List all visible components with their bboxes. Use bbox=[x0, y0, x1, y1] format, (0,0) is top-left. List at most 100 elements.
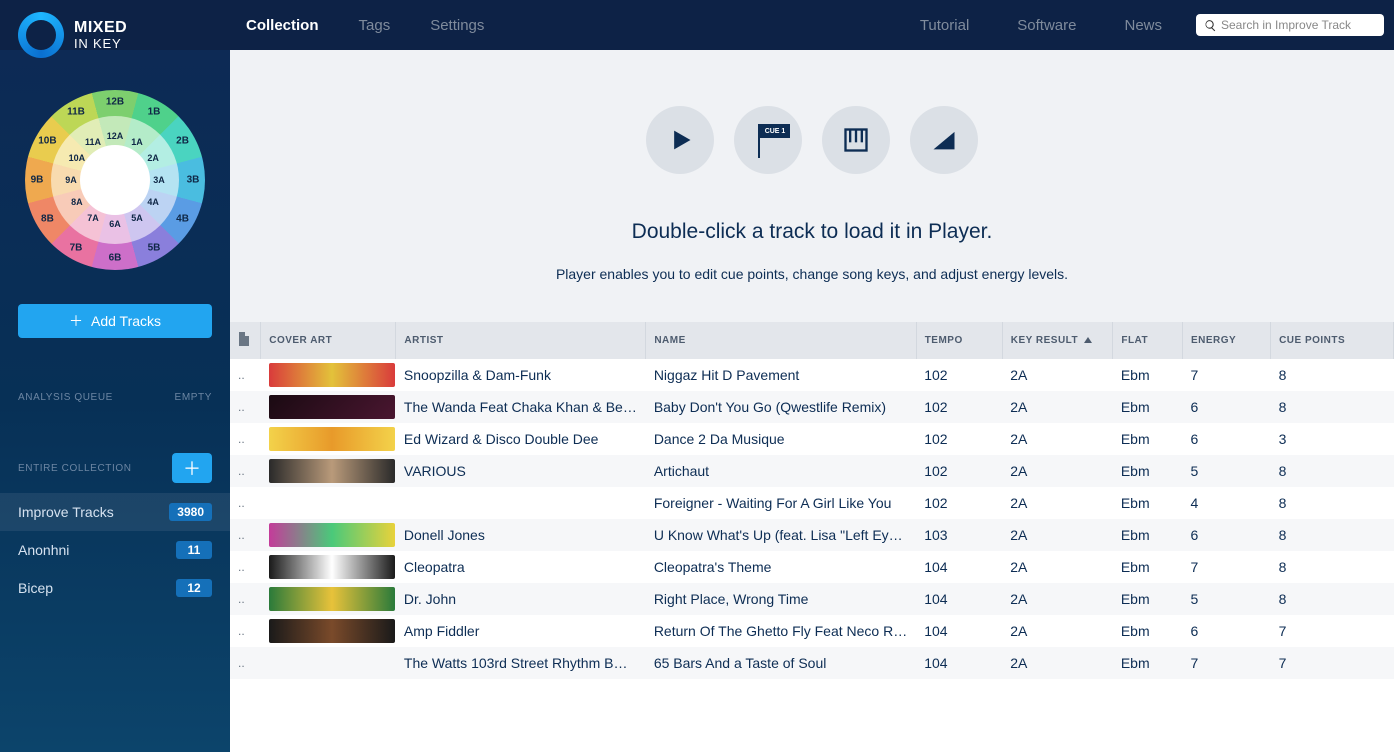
th-tempo[interactable]: TEMPO bbox=[916, 322, 1002, 359]
camelot-2A[interactable]: 2A bbox=[141, 153, 165, 163]
cue-button[interactable]: CUE 1 bbox=[734, 106, 802, 174]
search-box[interactable] bbox=[1196, 14, 1384, 36]
playlist-count: 12 bbox=[176, 579, 212, 597]
cell-cue: 8 bbox=[1271, 519, 1394, 551]
sidebar-item-bicep[interactable]: Bicep12 bbox=[0, 569, 230, 607]
search-input[interactable] bbox=[1221, 18, 1376, 32]
cell-cover bbox=[261, 391, 396, 423]
camelot-4A[interactable]: 4A bbox=[141, 197, 165, 207]
cover-thumb bbox=[269, 427, 395, 451]
camelot-5A[interactable]: 5A bbox=[125, 213, 149, 223]
th-cover[interactable]: COVER ART bbox=[261, 322, 396, 359]
cell-cue: 7 bbox=[1271, 647, 1394, 679]
table-row[interactable]: ..The Watts 103rd Street Rhythm B…65 Bar… bbox=[230, 647, 1394, 679]
cell-ext: .. bbox=[230, 583, 261, 615]
th-energy[interactable]: ENERGY bbox=[1182, 322, 1270, 359]
cell-cue: 8 bbox=[1271, 391, 1394, 423]
camelot-6B[interactable]: 6B bbox=[103, 253, 127, 264]
th-flat[interactable]: FLAT bbox=[1113, 322, 1183, 359]
cover-thumb bbox=[269, 619, 395, 643]
nav-collection[interactable]: Collection bbox=[246, 17, 319, 34]
table-row[interactable]: ..Dr. JohnRight Place, Wrong Time1042AEb… bbox=[230, 583, 1394, 615]
camelot-3B[interactable]: 3B bbox=[181, 175, 205, 186]
camelot-4B[interactable]: 4B bbox=[171, 214, 195, 225]
th-cue[interactable]: CUE POINTS bbox=[1271, 322, 1394, 359]
table-row[interactable]: ..VARIOUSArtichaut1022AEbm58 bbox=[230, 455, 1394, 487]
player-title: Double-click a track to load it in Playe… bbox=[632, 220, 993, 244]
camelot-10B[interactable]: 10B bbox=[35, 136, 59, 147]
cell-name: Return Of The Ghetto Fly Feat Neco Re… bbox=[646, 615, 916, 647]
add-playlist-button[interactable]: ＋ bbox=[172, 453, 212, 483]
logo-line1: MIXED bbox=[74, 19, 127, 36]
sidebar-item-anonhni[interactable]: Anonhni11 bbox=[0, 531, 230, 569]
camelot-7A[interactable]: 7A bbox=[81, 213, 105, 223]
cell-ext: .. bbox=[230, 455, 261, 487]
camelot-1B[interactable]: 1B bbox=[142, 107, 166, 118]
camelot-11A[interactable]: 11A bbox=[81, 137, 105, 147]
cell-cover bbox=[261, 583, 396, 615]
cell-flat: Ebm bbox=[1113, 359, 1183, 391]
cell-flat: Ebm bbox=[1113, 391, 1183, 423]
table-row[interactable]: .. Amp FiddlerReturn Of The Ghetto Fly Fe… bbox=[230, 615, 1394, 647]
cell-cue: 8 bbox=[1271, 487, 1394, 519]
cell-tempo: 104 bbox=[916, 615, 1002, 647]
add-tracks-button[interactable]: ＋ Add Tracks bbox=[18, 304, 212, 338]
sidebar-item-improve-tracks[interactable]: Improve Tracks3980 bbox=[0, 493, 230, 531]
cell-artist: Snoopzilla & Dam-Funk bbox=[396, 359, 646, 391]
table-row[interactable]: ..CleopatraCleopatra's Theme1042AEbm78 bbox=[230, 551, 1394, 583]
camelot-6A[interactable]: 6A bbox=[103, 219, 127, 229]
cell-key: 2A bbox=[1002, 487, 1113, 519]
camelot-12A[interactable]: 12A bbox=[103, 131, 127, 141]
nav-settings[interactable]: Settings bbox=[430, 17, 484, 34]
energy-button[interactable] bbox=[910, 106, 978, 174]
cell-name: U Know What's Up (feat. Lisa "Left Eye"… bbox=[646, 519, 916, 551]
table-row[interactable]: .. Snoopzilla & Dam-FunkNiggaz Hit D Pave… bbox=[230, 359, 1394, 391]
camelot-9B[interactable]: 9B bbox=[25, 175, 49, 186]
link-software[interactable]: Software bbox=[1017, 17, 1076, 34]
camelot-11B[interactable]: 11B bbox=[64, 107, 88, 118]
cell-cue: 3 bbox=[1271, 423, 1394, 455]
nav-tags[interactable]: Tags bbox=[359, 17, 391, 34]
play-button[interactable] bbox=[646, 106, 714, 174]
cell-tempo: 104 bbox=[916, 583, 1002, 615]
playlist-count: 11 bbox=[176, 541, 212, 559]
queue-label: ANALYSIS QUEUE bbox=[18, 392, 113, 403]
th-artist[interactable]: ARTIST bbox=[396, 322, 646, 359]
link-news[interactable]: News bbox=[1124, 17, 1162, 34]
camelot-10A[interactable]: 10A bbox=[65, 153, 89, 163]
camelot-7B[interactable]: 7B bbox=[64, 242, 88, 253]
camelot-3A[interactable]: 3A bbox=[147, 175, 171, 185]
th-name[interactable]: NAME bbox=[646, 322, 916, 359]
cue-flag-label: CUE 1 bbox=[760, 124, 790, 138]
cell-artist: Amp Fiddler bbox=[396, 615, 646, 647]
link-tutorial[interactable]: Tutorial bbox=[920, 17, 969, 34]
plus-icon: ＋ bbox=[183, 455, 201, 481]
camelot-9A[interactable]: 9A bbox=[59, 175, 83, 185]
table-row[interactable]: ..The Wanda Feat Chaka Khan & Be…Baby Do… bbox=[230, 391, 1394, 423]
cell-energy: 6 bbox=[1182, 615, 1270, 647]
cell-flat: Ebm bbox=[1113, 551, 1183, 583]
camelot-12B[interactable]: 12B bbox=[103, 97, 127, 108]
th-ext[interactable] bbox=[230, 322, 261, 359]
cell-key: 2A bbox=[1002, 615, 1113, 647]
table-row[interactable]: ..Donell JonesU Know What's Up (feat. Li… bbox=[230, 519, 1394, 551]
cell-name: Niggaz Hit D Pavement bbox=[646, 359, 916, 391]
camelot-1A[interactable]: 1A bbox=[125, 137, 149, 147]
logo-ring-icon bbox=[18, 12, 64, 58]
track-table[interactable]: COVER ART ARTIST NAME TEMPO KEY RESULT F… bbox=[230, 322, 1394, 752]
th-key[interactable]: KEY RESULT bbox=[1002, 322, 1113, 359]
cell-ext: .. bbox=[230, 423, 261, 455]
camelot-8A[interactable]: 8A bbox=[65, 197, 89, 207]
camelot-wheel[interactable]: 12B 1B 2B 3B 4B 5B 6B 7B 8B 9B 10B 11B 12A1A 2A 3A 4A 5A… bbox=[25, 90, 205, 270]
table-row[interactable]: ..Ed Wizard & Disco Double DeeDance 2 Da… bbox=[230, 423, 1394, 455]
camelot-8B[interactable]: 8B bbox=[35, 214, 59, 225]
table-row[interactable]: ..Foreigner - Waiting For A Girl Like Yo… bbox=[230, 487, 1394, 519]
cell-flat: Ebm bbox=[1113, 455, 1183, 487]
cell-cover bbox=[261, 487, 396, 519]
piano-button[interactable] bbox=[822, 106, 890, 174]
cell-ext: .. bbox=[230, 359, 261, 391]
cell-artist: Donell Jones bbox=[396, 519, 646, 551]
camelot-5B[interactable]: 5B bbox=[142, 242, 166, 253]
camelot-2B[interactable]: 2B bbox=[171, 136, 195, 147]
cell-ext: .. bbox=[230, 615, 261, 647]
